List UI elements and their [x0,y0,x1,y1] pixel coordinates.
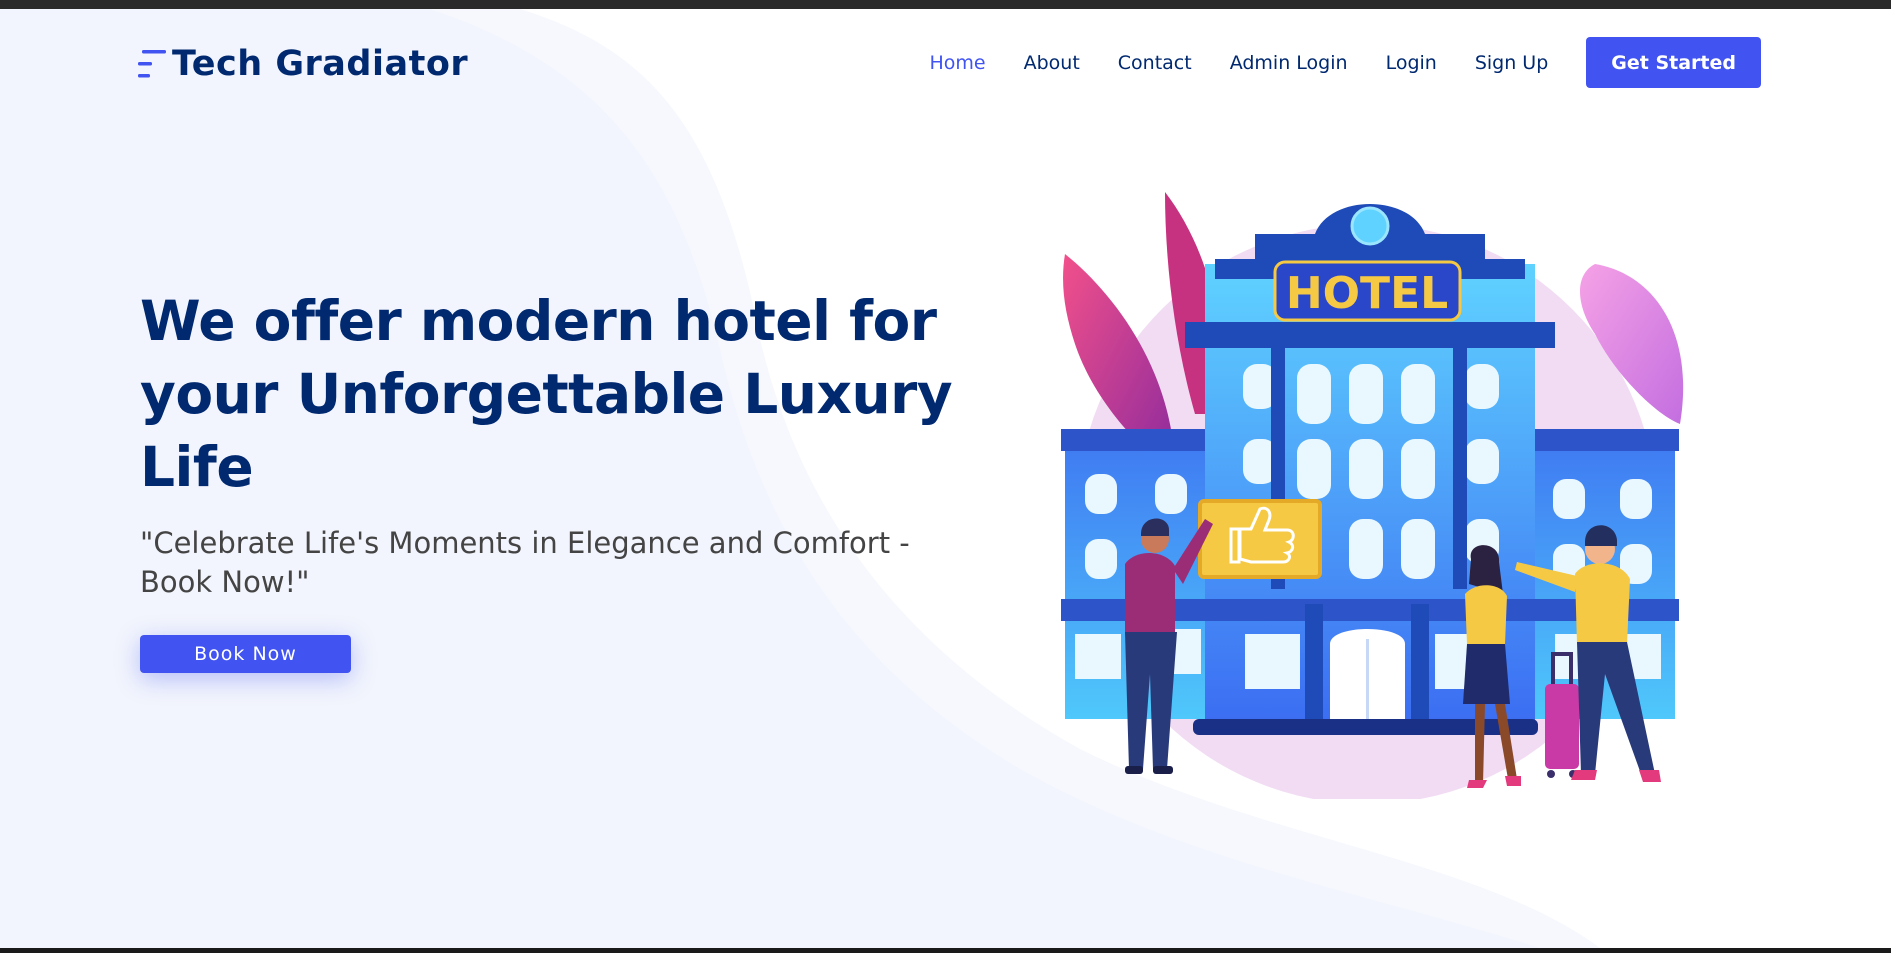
brand-name: Tech Gradiator [172,44,469,84]
nav-link-admin-login[interactable]: Admin Login [1230,52,1348,74]
main-nav: Home About Contact Admin Login Login Sig… [891,37,1761,88]
nav-link-login[interactable]: Login [1386,52,1437,74]
hotel-sign-text: HOTEL [1286,268,1448,319]
hero-text: We offer modern hotel for your Unforgett… [140,285,960,602]
nav-link-sign-up[interactable]: Sign Up [1475,52,1548,74]
nav-link-home[interactable]: Home [929,52,985,74]
logo[interactable]: Tech Gradiator [138,42,468,86]
navbar: Tech Gradiator Home About Contact Admin … [0,9,1891,109]
nav-link-about[interactable]: About [1024,52,1080,74]
get-started-button[interactable]: Get Started [1586,37,1761,88]
browser-top-strip [0,0,1891,9]
browser-bottom-strip [0,948,1891,953]
bars-logo-icon [138,50,166,78]
page: Tech Gradiator Home About Contact Admin … [0,9,1891,948]
hero-subtitle: "Celebrate Life's Moments in Elegance an… [140,526,910,599]
nav-link-contact[interactable]: Contact [1118,52,1192,74]
book-now-button[interactable]: Book Now [140,635,351,673]
hotel-illustration: HOTEL [1061,192,1684,799]
hero-title: We offer modern hotel for your Unforgett… [140,289,953,499]
